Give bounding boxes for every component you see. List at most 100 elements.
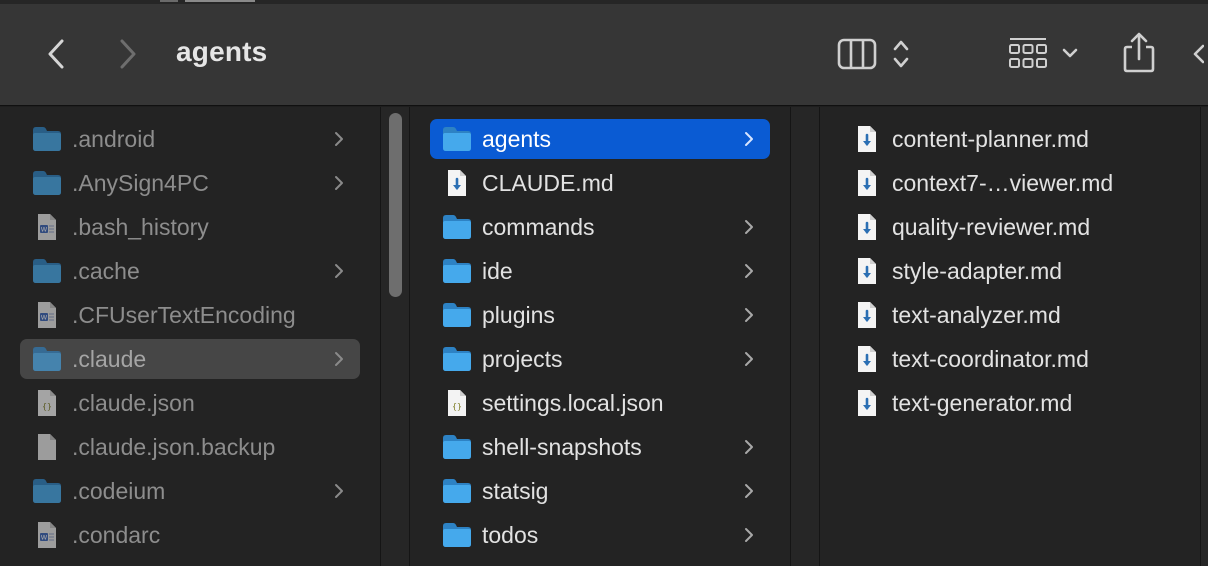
disclosure-chevron — [738, 218, 760, 236]
item-label: statsig — [482, 477, 549, 504]
home-item[interactable]: .cache — [20, 251, 360, 291]
home-item[interactable]: {} .claude.json — [20, 383, 360, 423]
home-item[interactable]: .codeium — [20, 471, 360, 511]
claude-item[interactable]: CLAUDE.md — [430, 163, 770, 203]
disclosure-chevron — [328, 130, 350, 148]
disclosure-chevron — [738, 130, 760, 148]
item-label: text-analyzer.md — [892, 301, 1061, 328]
json-file-icon: {} — [442, 388, 472, 418]
svg-text:W: W — [41, 226, 48, 234]
folder-icon — [442, 124, 472, 154]
window-top-edge — [0, 0, 1208, 4]
markdown-file-icon — [852, 344, 882, 374]
column-claude: agents CLAUDE.md commands ide plugins project… — [410, 107, 790, 566]
disclosure-chevron — [738, 526, 760, 544]
chevron-right-icon — [745, 220, 753, 234]
chevron-right-icon — [745, 352, 753, 366]
home-item[interactable]: .android — [20, 119, 360, 159]
markdown-file-icon — [852, 212, 882, 242]
disclosure-chevron — [328, 262, 350, 280]
chevron-right-icon — [335, 352, 343, 366]
folder-icon — [442, 344, 472, 374]
item-label: .claude.json.backup — [72, 433, 276, 460]
item-label: .cache — [72, 257, 140, 284]
chevron-right-icon — [120, 39, 136, 69]
scrollbar-thumb[interactable] — [389, 113, 402, 297]
disclosure-chevron — [738, 438, 760, 456]
claude-item[interactable]: ide — [430, 251, 770, 291]
document-icon: W — [32, 300, 62, 330]
more-toolbar-button[interactable] — [1190, 34, 1208, 74]
item-label: text-generator.md — [892, 389, 1073, 416]
column-scrollbar[interactable] — [380, 107, 410, 566]
view-mode-button[interactable] — [832, 30, 922, 78]
markdown-file-icon — [852, 124, 882, 154]
document-icon: W — [32, 212, 62, 242]
claude-item[interactable]: todos — [430, 515, 770, 555]
folder-icon — [442, 432, 472, 462]
markdown-file-icon — [852, 388, 882, 418]
chevron-right-icon — [745, 308, 753, 322]
back-button[interactable] — [36, 34, 76, 74]
claude-item[interactable]: {} settings.local.json — [430, 383, 770, 423]
disclosure-chevron — [738, 482, 760, 500]
agents-item[interactable]: text-coordinator.md — [840, 339, 1200, 379]
svg-text:{}: {} — [452, 402, 462, 411]
item-label: shell-snapshots — [482, 433, 642, 460]
home-item[interactable]: .claude.json.backup — [20, 427, 360, 467]
chevron-right-icon — [745, 528, 753, 542]
claude-item[interactable]: projects — [430, 339, 770, 379]
item-label: plugins — [482, 301, 555, 328]
column-view-icon — [837, 38, 909, 70]
chevron-right-icon — [335, 176, 343, 190]
agents-item[interactable]: content-planner.md — [840, 119, 1200, 159]
item-label: .CFUserTextEncoding — [72, 301, 296, 328]
home-item[interactable]: W .condarc — [20, 515, 360, 555]
home-item[interactable]: .claude — [20, 339, 360, 379]
tab-indicator — [160, 0, 178, 2]
agents-item[interactable]: style-adapter.md — [840, 251, 1200, 291]
item-label: .android — [72, 125, 156, 152]
home-item[interactable]: W .bash_history — [20, 207, 360, 247]
svg-text:{}: {} — [42, 402, 52, 411]
item-label: .condarc — [72, 521, 161, 548]
disclosure-chevron — [328, 482, 350, 500]
chevron-left-icon — [48, 39, 64, 69]
home-item[interactable]: .AnySign4PC — [20, 163, 360, 203]
claude-item[interactable]: shell-snapshots — [430, 427, 770, 467]
home-item[interactable]: W .CFUserTextEncoding — [20, 295, 360, 335]
folder-icon — [32, 344, 62, 374]
chevron-right-icon — [745, 264, 753, 278]
item-label: todos — [482, 521, 539, 548]
agents-item[interactable]: context7-…viewer.md — [840, 163, 1200, 203]
item-label: .AnySign4PC — [72, 169, 209, 196]
item-label: .bash_history — [72, 213, 209, 240]
share-button[interactable] — [1116, 28, 1162, 78]
column-divider[interactable] — [1200, 107, 1208, 566]
column-divider[interactable] — [790, 107, 820, 566]
forward-button[interactable] — [108, 34, 148, 74]
disclosure-chevron — [328, 174, 350, 192]
window-title: agents — [176, 36, 268, 67]
chevron-right-icon — [745, 484, 753, 498]
disclosure-chevron — [738, 350, 760, 368]
claude-item[interactable]: agents — [430, 119, 770, 159]
document-icon: W — [32, 520, 62, 550]
agents-item[interactable]: text-analyzer.md — [840, 295, 1200, 335]
group-button[interactable] — [1002, 30, 1088, 78]
folder-icon — [442, 520, 472, 550]
disclosure-chevron — [328, 350, 350, 368]
chevron-right-icon — [335, 484, 343, 498]
column-home: .android .AnySign4PC W .bash_history .cache W… — [0, 107, 380, 566]
claude-item[interactable]: plugins — [430, 295, 770, 335]
item-label: .claude — [72, 345, 147, 372]
claude-item[interactable]: commands — [430, 207, 770, 247]
finder-toolbar: agents — [0, 0, 1208, 106]
item-label: CLAUDE.md — [482, 169, 614, 196]
folder-icon — [32, 256, 62, 286]
folder-icon — [442, 212, 472, 242]
agents-item[interactable]: quality-reviewer.md — [840, 207, 1200, 247]
agents-item[interactable]: text-generator.md — [840, 383, 1200, 423]
claude-item[interactable]: statsig — [430, 471, 770, 511]
folder-icon — [442, 476, 472, 506]
